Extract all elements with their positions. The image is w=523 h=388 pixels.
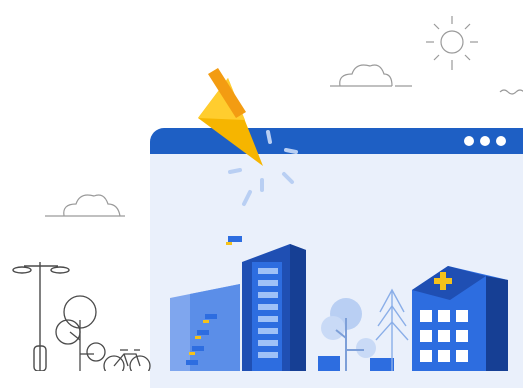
- building-tower: [242, 244, 306, 371]
- tree-outline-icon: [55, 295, 106, 371]
- flag-icon: [226, 236, 242, 245]
- building-left: [170, 284, 240, 371]
- ground-block: [370, 358, 394, 371]
- building-hospital: [412, 266, 508, 371]
- cloud-icon: [45, 194, 125, 217]
- squiggle-line: [499, 89, 523, 95]
- cloud-icon: [330, 64, 412, 87]
- ground-block: [318, 356, 340, 371]
- scene-drawing: [12, 16, 523, 371]
- bicycle-icon: [103, 349, 151, 371]
- pointer-cursor-icon: [198, 68, 263, 166]
- street-lamp-icon: [12, 262, 70, 371]
- illustration-scene: [0, 0, 523, 388]
- sun-icon: [426, 16, 478, 70]
